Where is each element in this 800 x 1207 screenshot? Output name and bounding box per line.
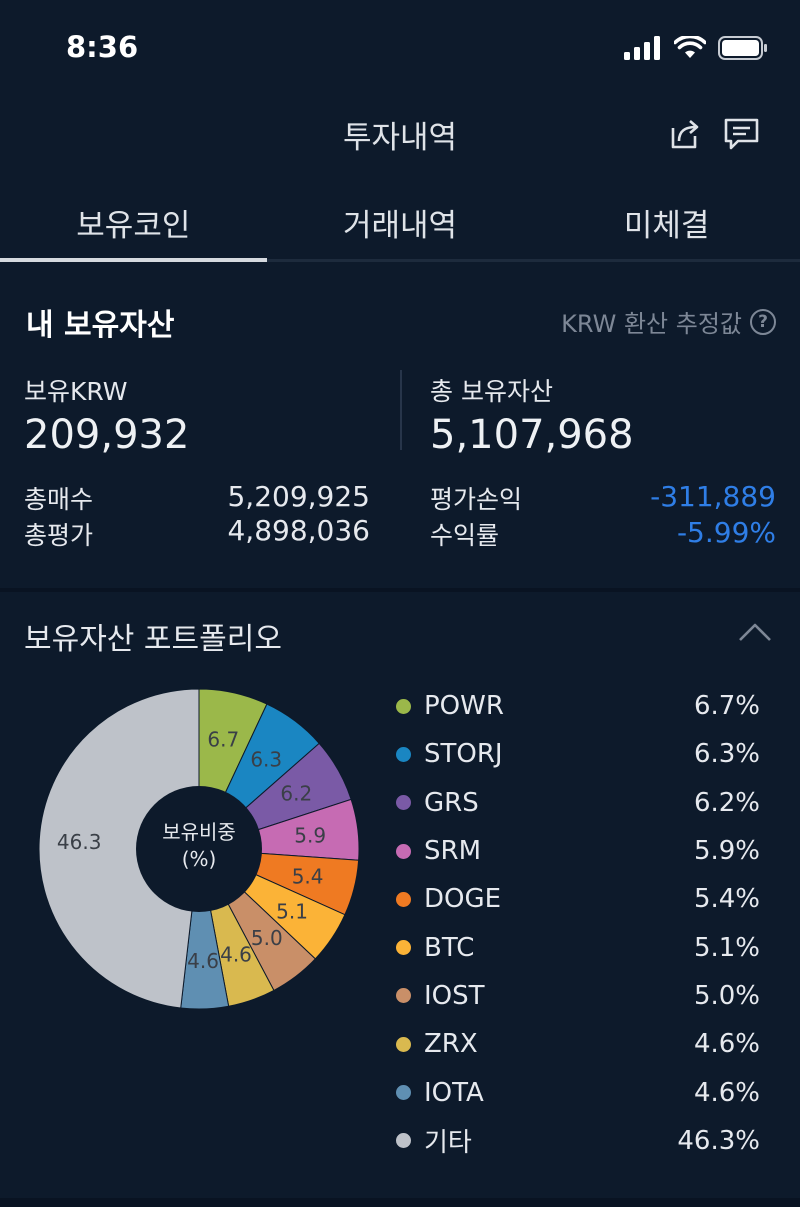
help-icon[interactable]: ? <box>750 308 776 335</box>
krw-value: 209,932 <box>24 412 190 458</box>
total-buy-value: 5,209,925 <box>227 480 370 513</box>
legend-value: 6.2% <box>693 787 760 818</box>
wifi-icon <box>674 36 706 58</box>
pie-label-기타: 46.3 <box>57 830 102 854</box>
pie-label-btc: 5.1 <box>276 899 308 923</box>
assets-section: 내 보유자산 KRW 환산 추정값 ? 보유KRW 209,932 총 보유자산… <box>0 262 800 588</box>
krw-estimate-note[interactable]: KRW 환산 추정값 ? <box>561 304 776 339</box>
tab-bar: 보유코인 거래내역 미체결 <box>0 180 800 262</box>
krw-label: 보유KRW <box>24 377 128 406</box>
pie-label-srm: 5.9 <box>294 823 326 847</box>
tab-holdings[interactable]: 보유코인 <box>0 180 267 262</box>
total-eval-value: 4,898,036 <box>227 514 370 547</box>
tab-pending[interactable]: 미체결 <box>533 180 800 259</box>
krw-note-label: KRW 환산 추정값 <box>561 310 742 338</box>
pie-label-powr: 6.7 <box>207 728 239 752</box>
legend-dot <box>396 698 411 714</box>
legend-value: 4.6% <box>693 1029 760 1060</box>
return-rate-label: 수익률 <box>430 521 500 550</box>
legend-item: DOGE 5.4% <box>396 875 766 923</box>
legend-dot <box>396 940 411 956</box>
legend-item: SRM 5.9% <box>396 827 766 875</box>
signal-icon <box>624 36 660 60</box>
legend-dot <box>396 1133 411 1149</box>
portfolio-section: 보유자산 포트폴리오 6.7 6.3 6.2 5.9 5.4 5.1 5.0 4.6 4.6 46… <box>0 592 800 1202</box>
legend-item: STORJ 6.3% <box>396 730 766 778</box>
return-rate-value: -5.99% <box>676 516 776 549</box>
legend-name: IOST <box>424 980 485 1011</box>
legend-value: 5.4% <box>693 884 760 915</box>
tab-transactions[interactable]: 거래내역 <box>267 180 534 259</box>
pnl-value: -311,889 <box>650 480 776 513</box>
legend-dot <box>396 746 411 762</box>
pie-label-doge: 5.4 <box>292 864 324 888</box>
legend-dot <box>396 843 411 859</box>
legend-name: 기타 <box>424 1128 472 1159</box>
total-buy-label: 총매수 <box>24 485 94 514</box>
legend-dot <box>396 1036 411 1052</box>
legend-dot <box>396 988 411 1004</box>
portfolio-pie-chart: 6.76.36.25.95.45.15.04.64.646.3 보유비중 (%) <box>38 688 360 1010</box>
legend-dot <box>396 795 411 811</box>
legend-item: GRS 6.2% <box>396 779 766 827</box>
pie-label-storj: 6.3 <box>250 747 282 771</box>
pnl-label: 평가손익 <box>430 485 523 514</box>
total-eval-label: 총평가 <box>24 521 94 550</box>
pie-label-iost: 5.0 <box>251 926 283 950</box>
bottom-bar <box>0 1198 800 1207</box>
nav-header: 투자내역 <box>0 96 800 176</box>
pie-label-zrx: 4.6 <box>220 943 252 967</box>
total-assets-label: 총 보유자산 <box>430 377 553 406</box>
legend-value: 6.3% <box>693 739 760 770</box>
legend-item: IOTA 4.6% <box>396 1068 766 1116</box>
legend-item: BTC 5.1% <box>396 923 766 971</box>
legend-value: 5.1% <box>693 932 760 963</box>
legend-item: POWR 6.7% <box>396 682 766 730</box>
legend-name: ZRX <box>424 1029 478 1060</box>
legend-name: SRM <box>424 836 482 867</box>
legend-name: DOGE <box>424 884 502 915</box>
legend-item: 기타 46.3% <box>396 1117 766 1165</box>
legend-value: 5.0% <box>693 980 760 1011</box>
legend-name: STORJ <box>424 739 503 770</box>
legend-item: IOST 5.0% <box>396 972 766 1020</box>
legend-value: 4.6% <box>693 1077 760 1108</box>
legend-name: GRS <box>424 787 479 818</box>
legend-name: POWR <box>424 691 504 722</box>
portfolio-title: 보유자산 포트폴리오 <box>24 622 282 657</box>
legend-name: IOTA <box>424 1077 484 1108</box>
status-bar: 8:36 <box>0 0 800 96</box>
legend-item: ZRX 4.6% <box>396 1020 766 1068</box>
pie-label-grs: 6.2 <box>280 782 312 806</box>
pie-center-label: 보유비중 <box>162 820 236 844</box>
chevron-up-icon[interactable] <box>738 622 772 642</box>
status-icons <box>624 34 768 62</box>
status-time: 8:36 <box>66 30 139 64</box>
share-icon[interactable] <box>664 114 704 154</box>
legend-value: 46.3% <box>677 1125 760 1156</box>
assets-title: 내 보유자산 <box>26 308 175 343</box>
legend-dot <box>396 1085 411 1101</box>
legend-name: BTC <box>424 932 475 963</box>
pie-label-iota: 4.6 <box>187 949 219 973</box>
legend-dot <box>396 891 411 907</box>
divider <box>400 370 402 450</box>
message-icon[interactable] <box>722 114 762 154</box>
legend-value: 6.7% <box>693 691 760 722</box>
portfolio-legend: POWR 6.7% STORJ 6.3% GRS 6.2% SRM 5.9% DOGE 5.4% B… <box>396 682 766 1165</box>
pie-center-unit: (%) <box>182 847 217 871</box>
legend-value: 5.9% <box>693 836 760 867</box>
total-assets-value: 5,107,968 <box>430 412 634 458</box>
battery-icon <box>718 36 767 60</box>
